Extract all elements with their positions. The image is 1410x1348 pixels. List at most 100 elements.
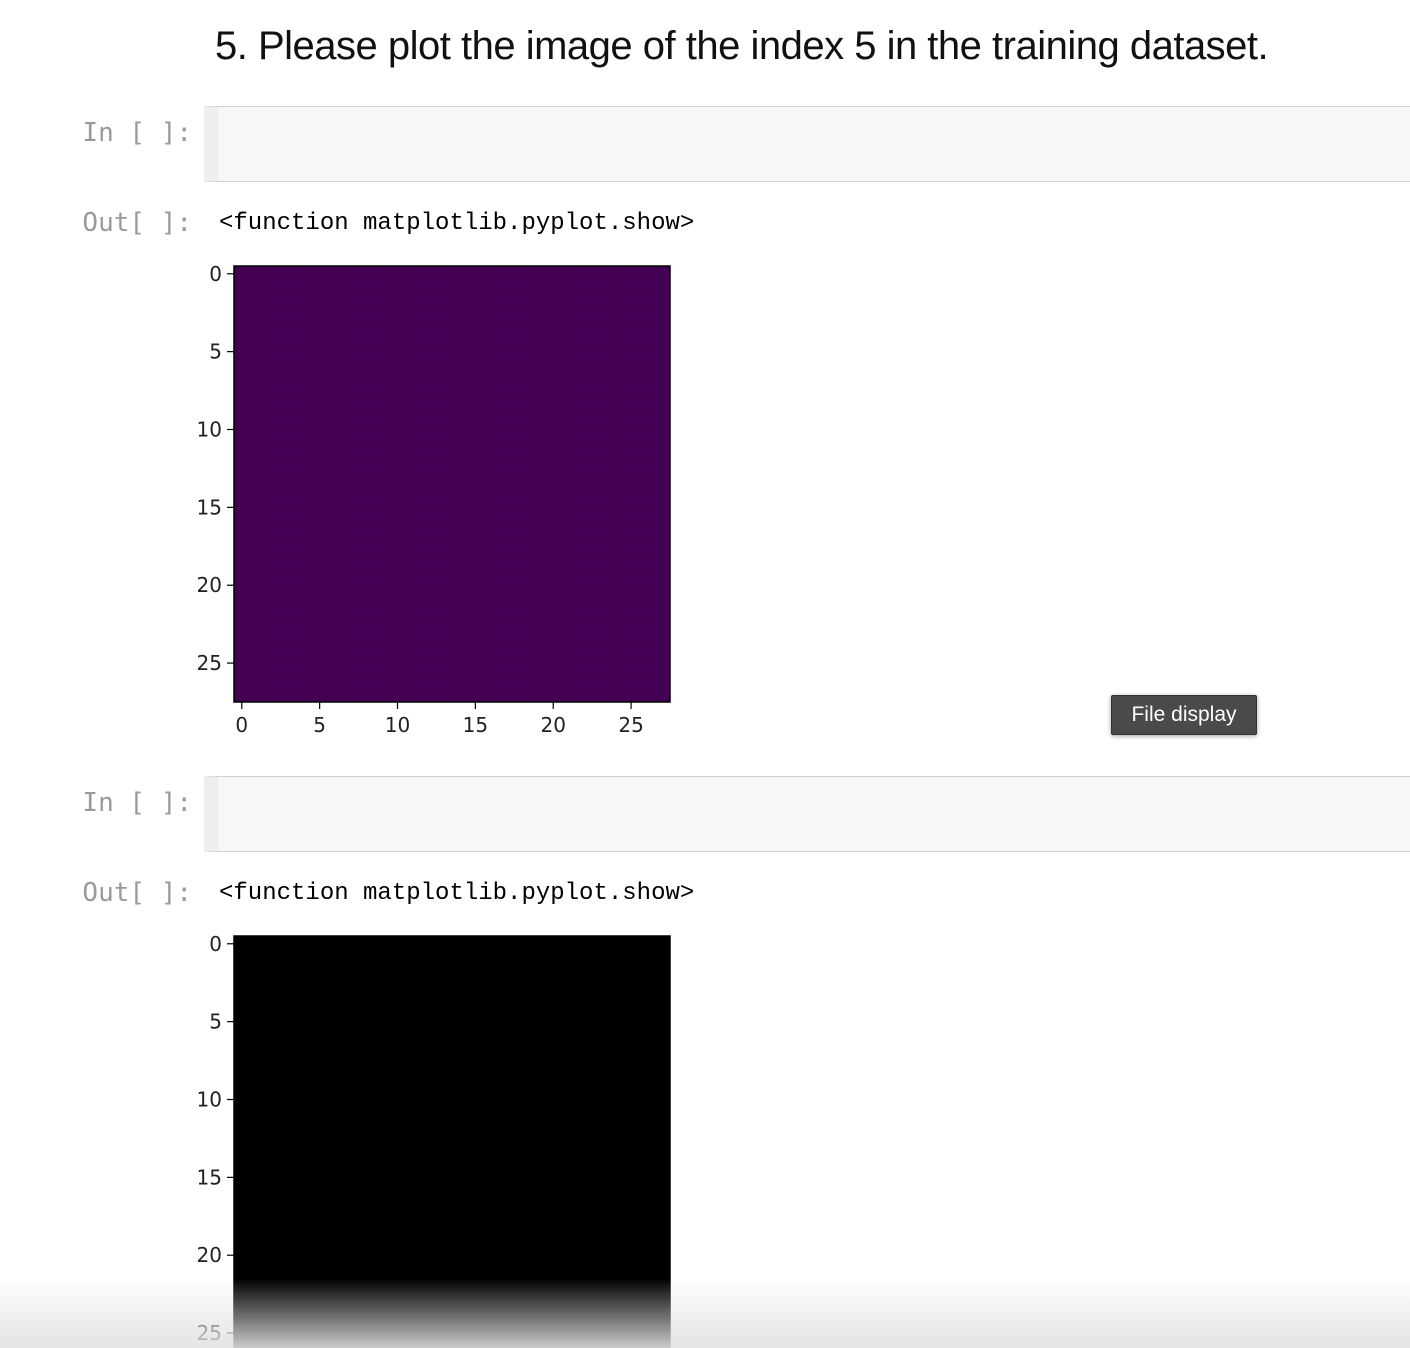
image-pixel (483, 1169, 500, 1186)
image-pixel (311, 1309, 328, 1326)
image-pixel (280, 421, 297, 438)
image-pixel (280, 1013, 297, 1030)
image-pixel (265, 639, 282, 656)
image-pixel (343, 406, 360, 423)
image-pixel (358, 343, 375, 360)
image-pixel (265, 1045, 282, 1062)
image-pixel (436, 1122, 453, 1139)
image-pixel (561, 421, 578, 438)
image-pixel (654, 281, 671, 298)
image-pixel (405, 1091, 422, 1108)
image-pixel (374, 1076, 391, 1093)
image-pixel (249, 670, 266, 687)
image-pixel (638, 982, 655, 999)
image-pixel (296, 468, 313, 485)
image-pixel (296, 1294, 313, 1311)
image-pixel (436, 1231, 453, 1248)
image-pixel (436, 546, 453, 563)
image-pixel (280, 312, 297, 329)
image-pixel (514, 1340, 531, 1348)
image-pixel (576, 281, 593, 298)
image-pixel (498, 593, 515, 610)
image-pixel (249, 1076, 266, 1093)
image-pixel (405, 1294, 422, 1311)
image-pixel (483, 1294, 500, 1311)
image-pixel (529, 655, 546, 672)
code-input-cell[interactable] (204, 106, 1410, 182)
image-pixel (467, 639, 484, 656)
image-pixel (576, 1185, 593, 1202)
image-pixel (311, 998, 328, 1015)
image-pixel (420, 1294, 437, 1311)
image-pixel (280, 951, 297, 968)
image-pixel (452, 281, 469, 298)
image-pixel (498, 343, 515, 360)
image-pixel (280, 1247, 297, 1264)
code-input-cell[interactable] (204, 776, 1410, 852)
image-pixel (483, 561, 500, 578)
image-pixel (358, 1185, 375, 1202)
image-pixel (374, 608, 391, 625)
image-pixel (436, 515, 453, 532)
image-pixel (374, 998, 391, 1015)
image-pixel (529, 297, 546, 314)
image-pixel (452, 1029, 469, 1046)
image-pixel (561, 281, 578, 298)
image-pixel (311, 1013, 328, 1030)
image-pixel (561, 266, 578, 283)
image-pixel (452, 577, 469, 594)
image-pixel (514, 639, 531, 656)
image-pixel (654, 1231, 671, 1248)
image-pixel (358, 1045, 375, 1062)
image-pixel (529, 468, 546, 485)
image-pixel (389, 266, 406, 283)
image-pixel (420, 1216, 437, 1233)
image-pixel (436, 297, 453, 314)
image-pixel (607, 998, 624, 1015)
image-pixel (234, 452, 251, 469)
image-pixel (389, 1231, 406, 1248)
image-pixel (249, 1060, 266, 1077)
image-pixel (265, 390, 282, 407)
image-pixel (483, 530, 500, 547)
image-pixel (467, 1340, 484, 1348)
image-pixel (638, 1231, 655, 1248)
image-pixel (405, 281, 422, 298)
image-pixel (561, 390, 578, 407)
image-pixel (420, 561, 437, 578)
output-text: <function matplotlib.pyplot.show> (219, 210, 695, 237)
image-pixel (374, 1122, 391, 1139)
image-pixel (327, 1060, 344, 1077)
image-pixel (498, 390, 515, 407)
image-pixel (467, 1216, 484, 1233)
image-pixel (343, 670, 360, 687)
image-pixel (389, 593, 406, 610)
image-pixel (234, 375, 251, 392)
image-pixel (343, 655, 360, 672)
image-pixel (483, 1107, 500, 1124)
image-pixel (343, 577, 360, 594)
image-pixel (234, 546, 251, 563)
image-pixel (358, 1154, 375, 1171)
image-pixel (529, 670, 546, 687)
image-pixel (249, 1325, 266, 1342)
image-pixel (343, 1309, 360, 1326)
image-pixel (514, 1076, 531, 1093)
image-pixel (327, 561, 344, 578)
image-pixel (545, 1013, 562, 1030)
image-pixel (249, 1294, 266, 1311)
image-pixel (420, 1263, 437, 1280)
image-pixel (358, 515, 375, 532)
image-pixel (576, 655, 593, 672)
input-prompt: In [ ]: (82, 788, 192, 818)
image-pixel (280, 266, 297, 283)
image-pixel (358, 1169, 375, 1186)
image-pixel (436, 1200, 453, 1217)
image-pixel (452, 1107, 469, 1124)
image-pixel (405, 1309, 422, 1326)
image-pixel (389, 670, 406, 687)
image-pixel (623, 998, 640, 1015)
image-pixel (389, 608, 406, 625)
image-pixel (374, 530, 391, 547)
image-pixel (280, 1263, 297, 1280)
